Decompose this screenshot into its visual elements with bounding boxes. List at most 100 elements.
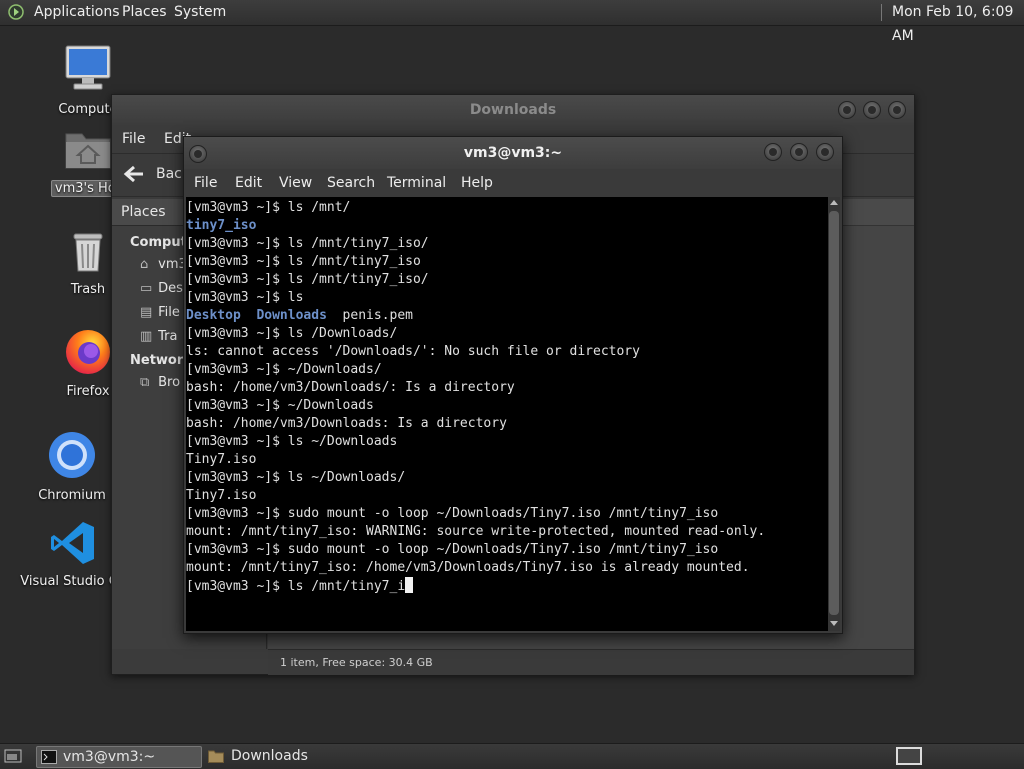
taskbar-item-terminal[interactable]: vm3@vm3:~	[36, 746, 202, 768]
window-title: vm3@vm3:~	[463, 145, 563, 161]
menu-file[interactable]: File	[122, 131, 145, 147]
terminal-line: bash: /home/vm3/Downloads/: Is a directo…	[186, 379, 765, 397]
sidebar-item-label: Des	[158, 281, 183, 296]
terminal-text: penis.pem	[326, 308, 413, 323]
terminal-text: [vm3@vm3 ~]$ ls	[186, 290, 304, 305]
folder-icon	[208, 750, 224, 763]
terminal-text: bash: /home/vm3/Downloads: Is a director…	[186, 416, 507, 431]
terminal-text: [vm3@vm3 ~]$ sudo mount -o loop ~/Downlo…	[186, 542, 719, 557]
places-menu[interactable]: Places	[122, 0, 167, 25]
chromium-icon	[49, 432, 95, 478]
bottom-taskbar: vm3@vm3:~ Downloads	[0, 743, 1024, 769]
terminal-text: ls: cannot access '/Downloads/': No such…	[186, 344, 640, 359]
file-manager-titlebar[interactable]: Downloads	[112, 95, 914, 125]
terminal-current-input[interactable]: [vm3@vm3 ~]$ ls /mnt/tiny7_i	[186, 579, 405, 594]
applications-logo-icon[interactable]	[8, 4, 24, 20]
terminal-scrollbar[interactable]	[828, 197, 840, 631]
menu-help[interactable]: Help	[461, 175, 493, 191]
terminal-text: mount: /mnt/tiny7_iso: /home/vm3/Downloa…	[186, 560, 750, 575]
terminal-line: [vm3@vm3 ~]$ ls /Downloads/	[186, 325, 765, 343]
menu-view[interactable]: View	[279, 175, 312, 191]
terminal-window[interactable]: vm3@vm3:~ File Edit View Search Terminal…	[183, 136, 843, 634]
terminal-text: [vm3@vm3 ~]$ ls /mnt/	[186, 200, 351, 215]
terminal-line: [vm3@vm3 ~]$ ls ~/Downloads/	[186, 469, 765, 487]
show-desktop-icon[interactable]	[4, 748, 22, 764]
home-folder-icon	[65, 133, 111, 169]
back-arrow-icon[interactable]	[122, 164, 146, 184]
terminal-text: [vm3@vm3 ~]$ ~/Downloads/	[186, 362, 382, 377]
drive-icon: ▤	[140, 305, 153, 320]
sidebar-item-desktop[interactable]: ▭ Des	[140, 281, 183, 296]
firefox-icon	[66, 330, 110, 374]
sidebar-item-label: Tra	[158, 329, 178, 344]
maximize-button[interactable]	[863, 101, 881, 119]
clock[interactable]: Mon Feb 10, 6:09 AM	[892, 0, 1024, 44]
window-title: Downloads	[469, 102, 557, 118]
terminal-text: [vm3@vm3 ~]$ sudo mount -o loop ~/Downlo…	[186, 506, 719, 521]
terminal-text: Tiny7.iso	[186, 488, 257, 503]
close-button[interactable]	[888, 101, 906, 119]
network-icon: ⧉	[140, 375, 150, 390]
terminal-line: [vm3@vm3 ~]$ ls /mnt/tiny7_iso/	[186, 235, 765, 253]
terminal-cursor	[405, 577, 414, 593]
top-panel: Applications Places System Mon Feb 10, 6…	[0, 0, 1024, 44]
terminal-text: [vm3@vm3 ~]$ ~/Downloads	[186, 398, 374, 413]
workspace-switcher[interactable]	[896, 747, 922, 765]
sidebar-item-filesystem[interactable]: ▤ File	[140, 305, 180, 320]
terminal-line: [vm3@vm3 ~]$ sudo mount -o loop ~/Downlo…	[186, 541, 765, 559]
sidebar-item-home[interactable]: ⌂ vm3	[140, 257, 187, 272]
taskbar-item-downloads[interactable]: Downloads	[204, 746, 364, 766]
terminal-line: ls: cannot access '/Downloads/': No such…	[186, 343, 765, 361]
sidebar-item-label: File	[158, 305, 180, 320]
terminal-text: mount: /mnt/tiny7_iso: WARNING: source w…	[186, 524, 766, 539]
menu-edit[interactable]: Edit	[235, 175, 262, 191]
computer-icon	[65, 45, 111, 90]
terminal-line: Tiny7.iso	[186, 451, 765, 469]
maximize-button[interactable]	[790, 143, 808, 161]
minimize-button[interactable]	[764, 143, 782, 161]
terminal-text: [vm3@vm3 ~]$ ls /Downloads/	[186, 326, 398, 341]
applications-menu[interactable]: Applications	[34, 0, 120, 25]
terminal-text: [vm3@vm3 ~]$ ls /mnt/tiny7_iso/	[186, 272, 429, 287]
terminal-text: Tiny7.iso	[186, 452, 257, 467]
menu-file[interactable]: File	[194, 175, 217, 191]
terminal-lines: [vm3@vm3 ~]$ ls /mnt/tiny7_iso [vm3@vm3 ~…	[186, 199, 765, 596]
system-menu[interactable]: System	[174, 0, 226, 25]
terminal-line: [vm3@vm3 ~]$ ls ~/Downloads	[186, 433, 765, 451]
vscode-icon	[51, 522, 94, 564]
sidebar-item-browse-network[interactable]: ⧉ Bro	[140, 375, 180, 390]
taskbar-item-label: vm3@vm3:~	[63, 749, 156, 765]
close-button[interactable]	[816, 143, 834, 161]
terminal-titlebar[interactable]: vm3@vm3:~	[184, 137, 842, 169]
menu-search[interactable]: Search	[327, 175, 375, 191]
directory-entry: tiny7_iso	[186, 218, 257, 233]
terminal-text: [vm3@vm3 ~]$ ls ~/Downloads	[186, 434, 398, 449]
terminal-icon	[41, 750, 57, 764]
sidebar-item-trash[interactable]: ▥ Tra	[140, 329, 177, 344]
terminal-line: mount: /mnt/tiny7_iso: WARNING: source w…	[186, 523, 765, 541]
terminal-output[interactable]: [vm3@vm3 ~]$ ls /mnt/tiny7_iso [vm3@vm3 ~…	[186, 197, 828, 631]
terminal-line: bash: /home/vm3/Downloads: Is a director…	[186, 415, 765, 433]
terminal-menubar: File Edit View Search Terminal Help	[184, 169, 842, 197]
trash-icon	[73, 233, 103, 272]
directory-entry: Desktop	[186, 308, 241, 323]
terminal-line: Tiny7.iso	[186, 487, 765, 505]
terminal-line: [vm3@vm3 ~]$ ls /mnt/tiny7_iso/	[186, 271, 765, 289]
terminal-prompt-line[interactable]: [vm3@vm3 ~]$ ls /mnt/tiny7_i	[186, 577, 765, 596]
sidebar-header[interactable]: Places	[121, 204, 166, 220]
terminal-line: tiny7_iso	[186, 217, 765, 235]
scroll-up-arrow-icon[interactable]	[830, 199, 838, 207]
trash-small-icon: ▥	[140, 329, 153, 344]
terminal-line: [vm3@vm3 ~]$ ls /mnt/	[186, 199, 765, 217]
minimize-button[interactable]	[838, 101, 856, 119]
terminal-text: [vm3@vm3 ~]$ ls /mnt/tiny7_iso	[186, 254, 421, 269]
menu-terminal[interactable]: Terminal	[387, 175, 446, 191]
scrollbar-thumb[interactable]	[829, 211, 839, 615]
terminal-line: mount: /mnt/tiny7_iso: /home/vm3/Downloa…	[186, 559, 765, 577]
terminal-text: [vm3@vm3 ~]$ ls /mnt/tiny7_iso/	[186, 236, 429, 251]
scroll-down-arrow-icon[interactable]	[830, 619, 838, 627]
directory-entry: Downloads	[256, 308, 327, 323]
status-text: 1 item, Free space: 30.4 GB	[280, 656, 433, 669]
desktop-folder-icon: ▭	[140, 281, 153, 296]
